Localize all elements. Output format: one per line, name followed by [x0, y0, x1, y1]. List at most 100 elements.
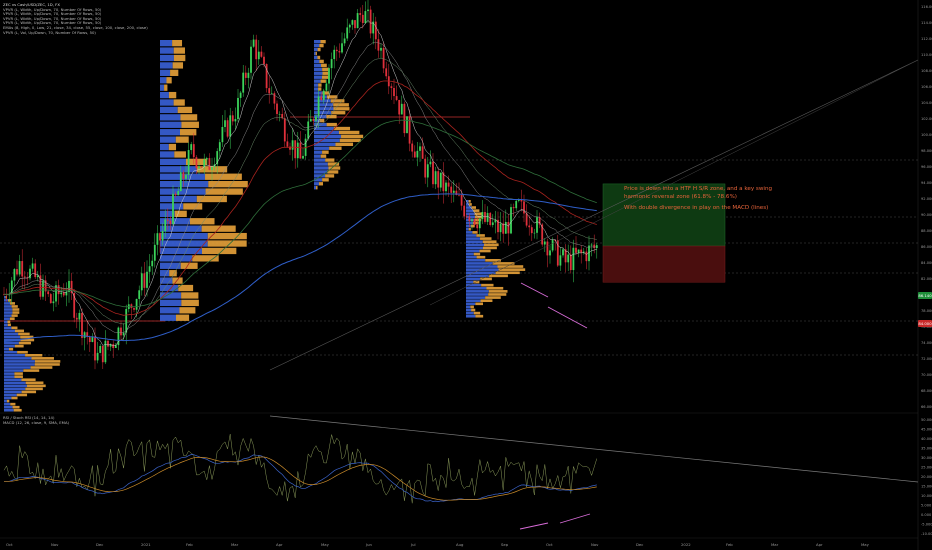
- candle-body: [263, 56, 265, 65]
- candle-body: [393, 87, 395, 97]
- volume-profile-bar-down: [160, 121, 182, 128]
- volume-profile-bar-down: [466, 293, 489, 296]
- candle-body: [143, 273, 146, 288]
- volume-profile-bar-down: [160, 84, 165, 91]
- volume-profile-bar-up: [480, 237, 492, 240]
- volume-profile-bar-up: [341, 134, 364, 139]
- volume-profile-bar-up: [489, 274, 508, 278]
- volume-profile-bar-down: [160, 91, 169, 99]
- volume-profile-bar-up: [333, 126, 351, 131]
- volume-profile-bar-up: [7, 299, 12, 302]
- volume-profile-bar-down: [314, 134, 342, 139]
- time-axis-tick: May: [861, 542, 870, 547]
- volume-profile-bar-up: [481, 283, 494, 287]
- candle-body: [130, 304, 133, 309]
- volume-profile-bar-up: [11, 314, 18, 317]
- volume-profile-bar-down: [466, 314, 476, 318]
- candle-body: [543, 241, 546, 245]
- volume-profile-bar-down: [466, 252, 474, 256]
- candle-body: [445, 182, 447, 192]
- volume-profile-bar-up: [181, 292, 199, 299]
- price-axis-tick: 104.000: [921, 101, 932, 105]
- time-axis-tick: Dec: [96, 542, 103, 547]
- candle-body: [16, 269, 18, 275]
- candle-body: [177, 191, 180, 196]
- volume-profile-bar-up: [325, 158, 335, 162]
- osc-indicator-line[interactable]: MACD (12, 26, close, 9, SMA, EMA): [3, 420, 69, 426]
- volume-profile-bar-down: [314, 186, 316, 190]
- volume-profile-bar-up: [164, 84, 168, 91]
- volume-profile-bar-up: [6, 399, 10, 403]
- indicator-line[interactable]: VPVR (L, Vol, Up/Down, 70, Number Of Row…: [3, 30, 148, 36]
- volume-profile-bar-up: [18, 332, 30, 336]
- volume-profile-bar-up: [483, 243, 499, 247]
- volume-profile-bar-down: [314, 182, 319, 186]
- volume-profile-bar-up: [9, 347, 14, 351]
- price-axis-tick: 72.000: [921, 357, 932, 361]
- volume-profile-bar-down: [466, 311, 474, 315]
- candle-body: [489, 212, 492, 225]
- candle-body: [447, 182, 450, 187]
- candle-body: [156, 233, 159, 245]
- volume-profile-bar-up: [177, 106, 193, 114]
- volume-profile-bar-up: [173, 99, 185, 106]
- price-axis-tick: 90.000: [921, 213, 932, 217]
- candle-body: [403, 103, 406, 134]
- volume-profile-bar-up: [482, 240, 497, 244]
- candle-body: [419, 146, 421, 151]
- time-axis-tick: Nov: [51, 542, 59, 547]
- volume-profile-bar-down: [160, 151, 175, 158]
- volume-profile-bar-down: [466, 243, 484, 247]
- candle-body: [174, 193, 177, 196]
- volume-profile-bar-down: [160, 143, 169, 151]
- candle-body: [242, 72, 245, 93]
- volume-profile-bar-down: [4, 332, 19, 336]
- price-chart[interactable]: 116.000 114.000 112.000 110.000 108.000 106.0…: [0, 0, 932, 550]
- volume-profile-bar-up: [170, 69, 179, 76]
- candle-body: [354, 20, 356, 29]
- candle-body: [577, 249, 580, 253]
- volume-profile-bar-down: [160, 225, 202, 232]
- candle-body: [361, 14, 364, 24]
- candle-body: [296, 142, 299, 159]
- volume-profile-bar-up: [181, 121, 199, 128]
- annotation-line-1: Price is down into a HTF H S/R zone, and…: [624, 186, 773, 200]
- oscillator-axis-tick: 45.000: [921, 428, 932, 432]
- volume-profile-bar-down: [314, 130, 339, 135]
- candle-body: [307, 121, 310, 139]
- volume-profile-bar-down: [466, 308, 472, 312]
- volume-profile-bar-down: [314, 154, 321, 158]
- volume-profile-bar-up: [183, 203, 203, 210]
- time-axis-tick: Oct: [546, 542, 553, 547]
- volume-profile-bar-down: [4, 311, 13, 314]
- candle-body: [247, 72, 250, 78]
- oscillator-axis-tick: 30.000: [921, 456, 932, 460]
- oscillator-axis-tick: -5.000: [921, 523, 932, 527]
- oscillator-axis-tick: 50.000: [921, 418, 932, 422]
- candle-body: [395, 96, 398, 100]
- candle-body: [276, 103, 278, 114]
- candle-body: [590, 244, 593, 246]
- volume-profile-bar-up: [485, 296, 501, 299]
- candle-body: [585, 251, 588, 262]
- volume-profile-bar-up: [319, 43, 324, 48]
- candle-body: [471, 219, 473, 222]
- oscillator-axis-tick: 10.000: [921, 494, 932, 498]
- candle-body: [533, 232, 536, 234]
- candle-body: [499, 223, 502, 233]
- volume-profile-bar-up: [318, 83, 322, 87]
- volume-profile-bar-up: [7, 323, 11, 327]
- candle-body: [450, 186, 453, 193]
- candle-body: [421, 146, 424, 159]
- volume-profile-bar-down: [466, 277, 481, 281]
- volume-profile-bar-up: [21, 390, 37, 394]
- candle-body: [101, 346, 104, 363]
- volume-profile-bar-up: [34, 360, 61, 363]
- volume-profile-bar-up: [30, 366, 53, 369]
- volume-profile-bar-up: [495, 271, 520, 275]
- volume-profile-bar-down: [160, 114, 181, 121]
- candle-body: [31, 263, 34, 269]
- candle-body: [99, 346, 102, 353]
- volume-profile-bar-up: [168, 143, 177, 151]
- volume-profile-bar-up: [320, 154, 327, 158]
